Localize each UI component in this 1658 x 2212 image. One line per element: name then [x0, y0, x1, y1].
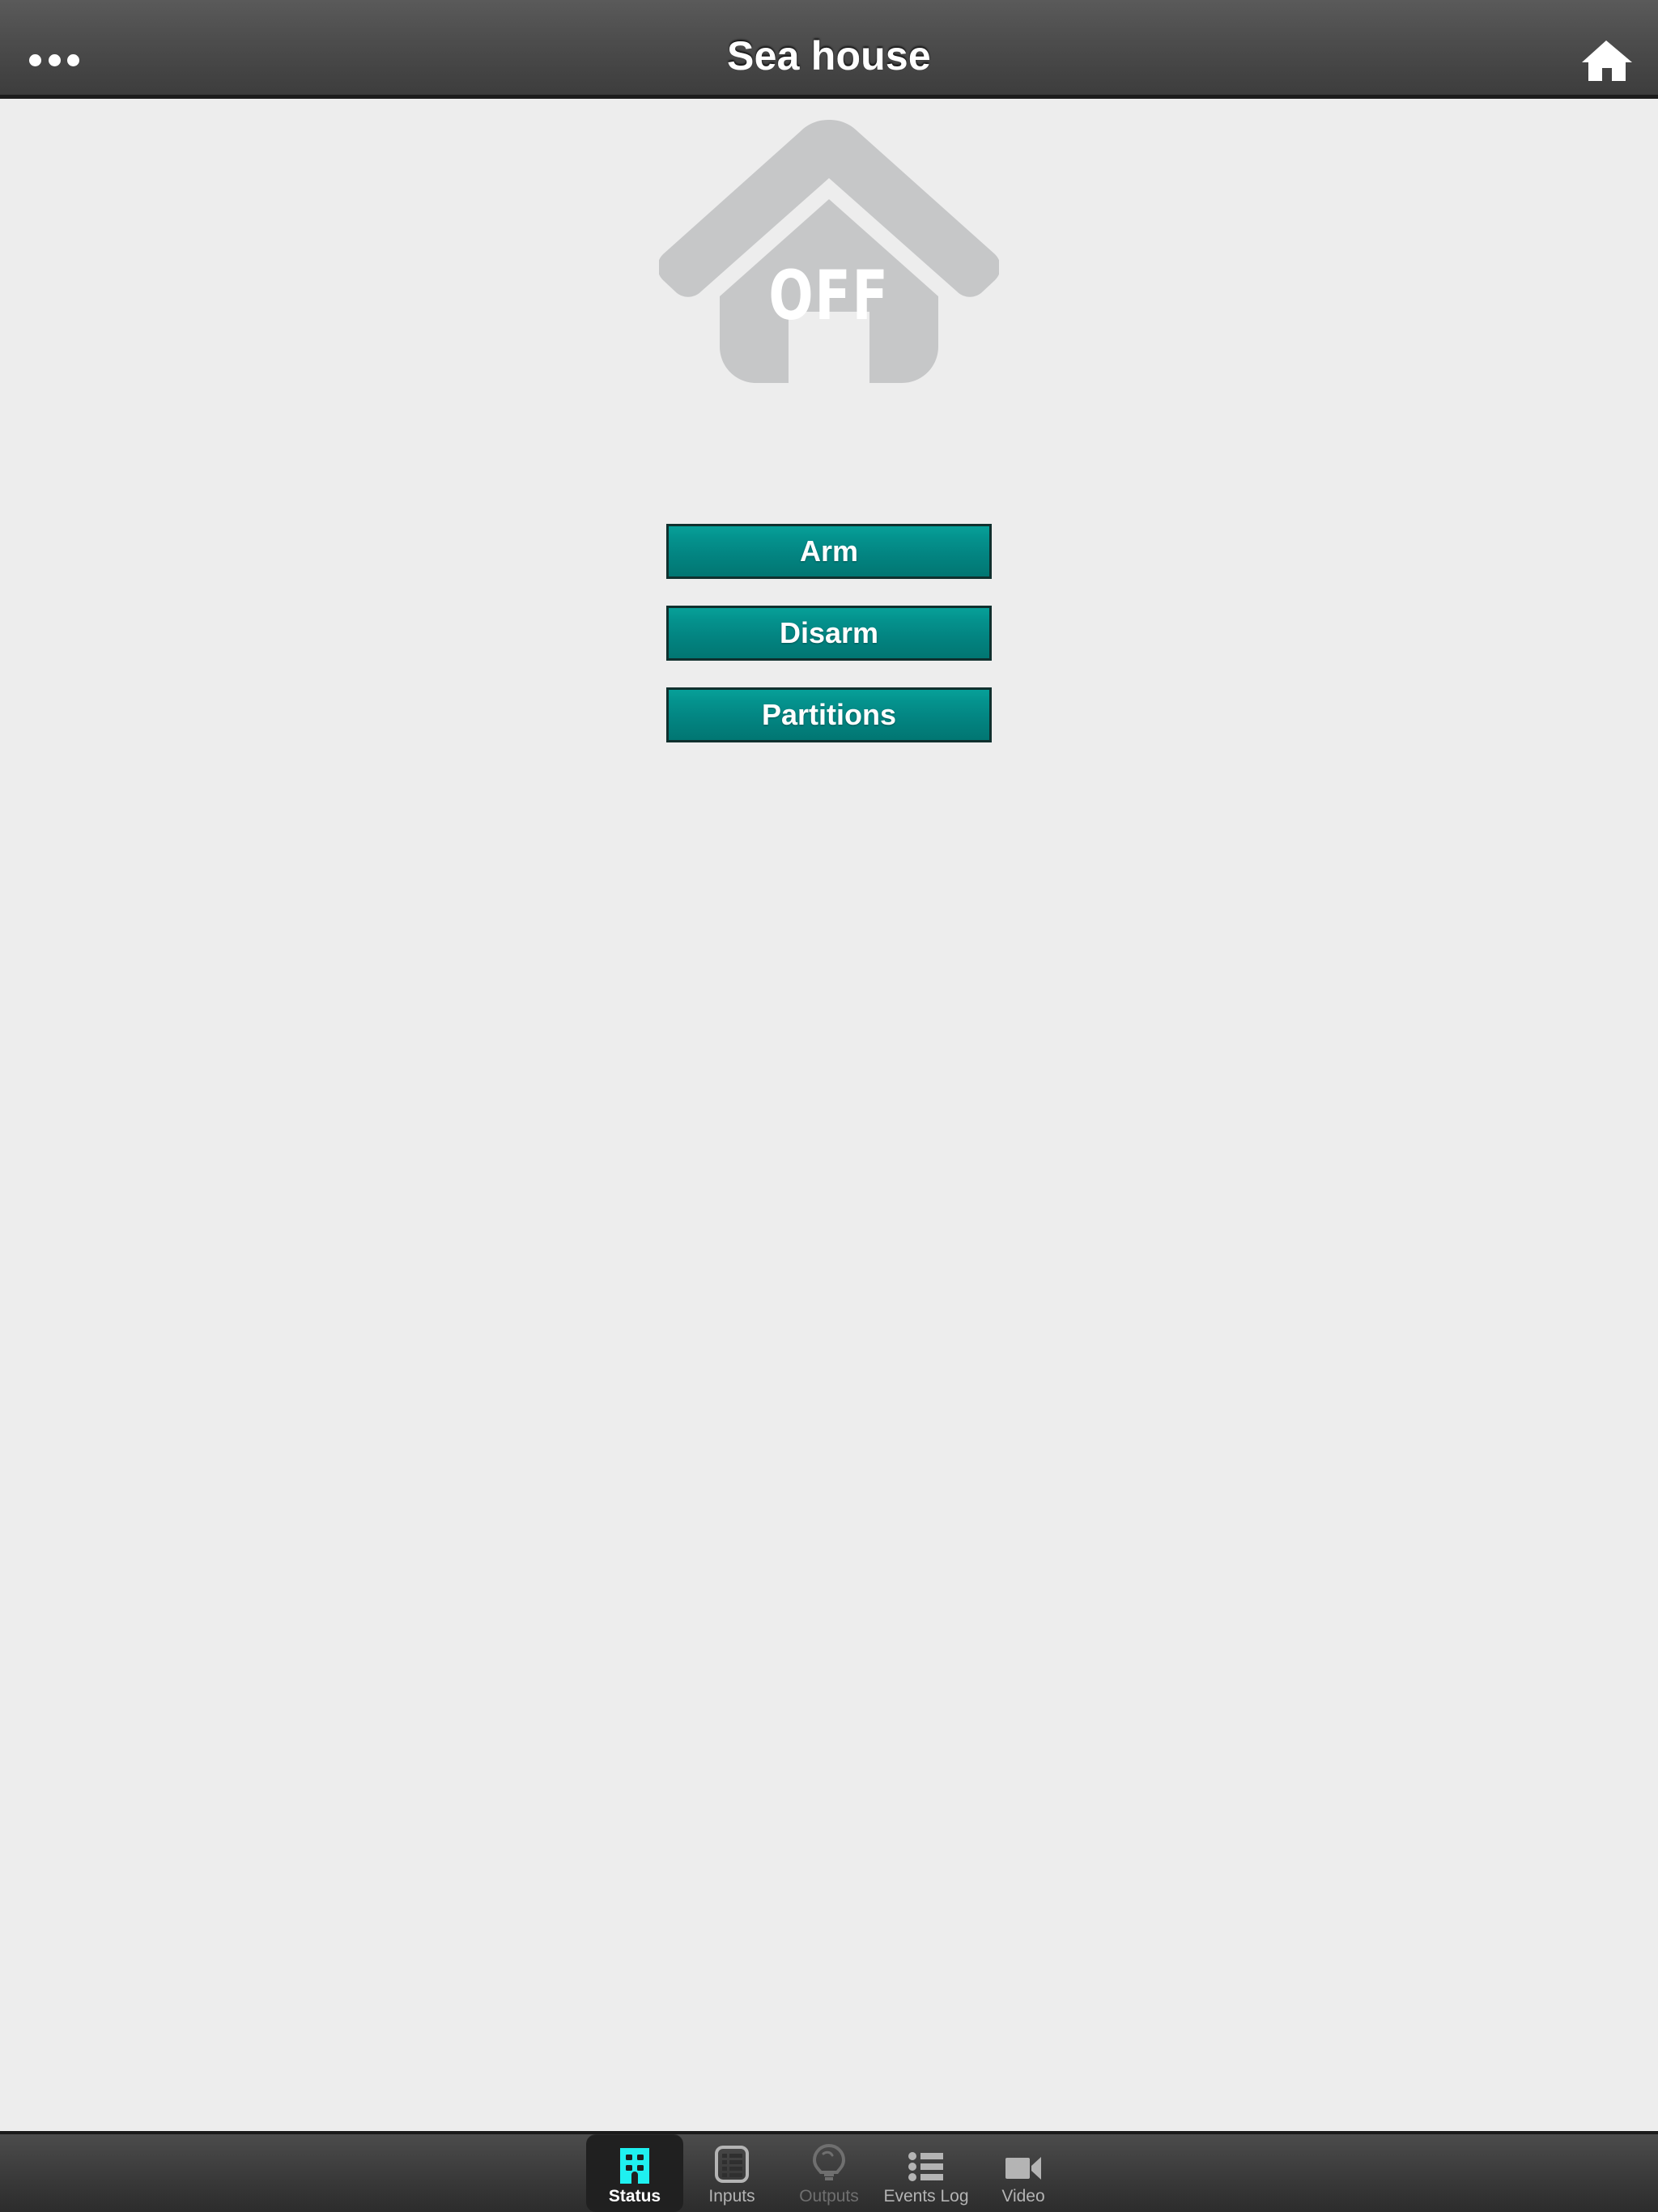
list-card-icon	[711, 2142, 753, 2184]
tab-outputs[interactable]: Outputs	[780, 2134, 878, 2212]
action-buttons: Arm Disarm Partitions	[666, 524, 992, 742]
tab-events-log-label: Events Log	[883, 2187, 969, 2206]
tab-inputs[interactable]: Inputs	[683, 2134, 780, 2212]
main-content: OFF Arm Disarm Partitions	[0, 99, 1658, 2131]
page-title: Sea house	[727, 33, 931, 79]
tab-status[interactable]: Status	[586, 2134, 683, 2212]
tab-video-label: Video	[1001, 2187, 1045, 2206]
lightbulb-icon	[808, 2142, 850, 2184]
disarm-button[interactable]: Disarm	[666, 606, 992, 661]
tab-events-log[interactable]: Events Log	[878, 2134, 975, 2212]
arm-button[interactable]: Arm	[666, 524, 992, 579]
camcorder-icon	[1002, 2142, 1044, 2184]
tab-outputs-label: Outputs	[799, 2187, 859, 2206]
home-icon[interactable]	[1575, 37, 1637, 84]
partitions-button[interactable]: Partitions	[666, 687, 992, 742]
house-status-icon: OFF	[659, 120, 999, 419]
house-state-label: OFF	[768, 256, 890, 335]
building-icon	[614, 2142, 656, 2184]
tab-inputs-label: Inputs	[708, 2187, 755, 2206]
bottom-tab-bar: Status Inputs Outputs Events Log Video	[0, 2131, 1658, 2212]
bullet-list-icon	[905, 2142, 947, 2184]
top-app-bar: Sea house	[0, 0, 1658, 99]
tab-video[interactable]: Video	[975, 2134, 1072, 2212]
tab-status-label: Status	[608, 2187, 661, 2206]
